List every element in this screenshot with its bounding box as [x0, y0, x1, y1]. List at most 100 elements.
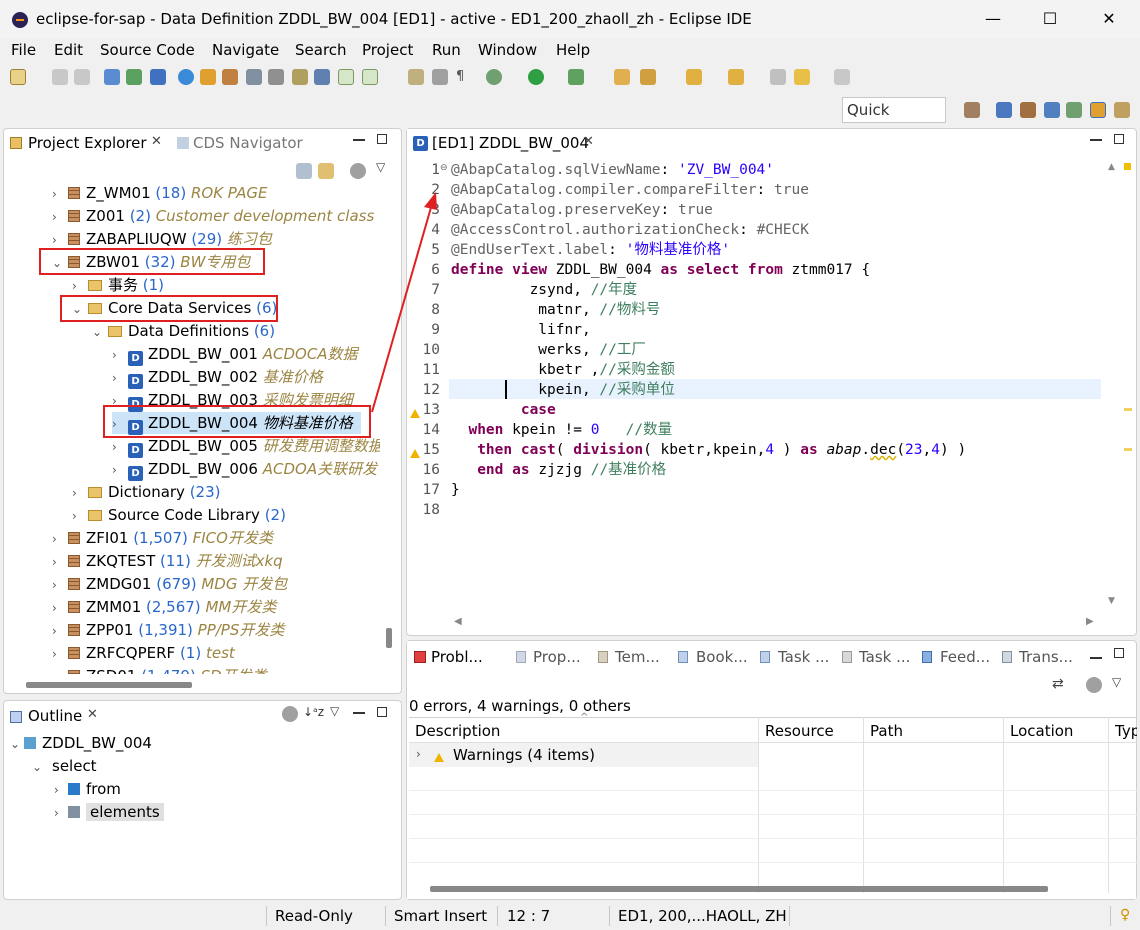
- outline-item[interactable]: › elements: [54, 801, 164, 823]
- view-menu-icon[interactable]: ▽: [376, 160, 385, 174]
- vertical-scrollbar[interactable]: [386, 628, 392, 648]
- expand-arrow-icon[interactable]: ›: [112, 459, 126, 481]
- tab-properties[interactable]: Prop...: [533, 648, 581, 666]
- tree-item[interactable]: › Z001 (2) Customer development class: [52, 205, 374, 227]
- users-icon[interactable]: [246, 69, 262, 85]
- code-line[interactable]: when kpein != 0 //数量: [451, 420, 966, 440]
- expand-arrow-icon[interactable]: ›: [52, 643, 66, 665]
- close-editor-icon[interactable]: ✕: [583, 134, 594, 149]
- profiling-perspective-icon[interactable]: [1114, 102, 1130, 118]
- expand-arrow-icon[interactable]: ›: [72, 275, 86, 297]
- outline-tab[interactable]: Outline: [28, 707, 82, 725]
- code-line[interactable]: lifnr,: [451, 320, 966, 340]
- menu-edit[interactable]: Edit: [54, 41, 83, 59]
- format-icon[interactable]: [408, 69, 424, 85]
- tree-item[interactable]: › ZSD01 (1,479) SD开发类: [52, 665, 267, 674]
- debug-perspective-icon[interactable]: [1066, 102, 1082, 118]
- source-code[interactable]: @AbapCatalog.sqlViewName: 'ZV_BW_004' @Ab…: [451, 160, 966, 520]
- menu-navigate[interactable]: Navigate: [212, 41, 279, 59]
- col-location[interactable]: Location: [1010, 722, 1073, 740]
- expand-arrow-icon[interactable]: ›: [112, 436, 126, 458]
- fold-icon[interactable]: ⊖: [440, 163, 448, 173]
- col-path[interactable]: Path: [870, 722, 903, 740]
- tab-feed[interactable]: Feed...: [940, 648, 990, 666]
- code-line[interactable]: kpein, //采购单位: [451, 380, 966, 400]
- pages-icon[interactable]: [292, 69, 308, 85]
- save-icon[interactable]: [52, 69, 68, 85]
- close-button[interactable]: ✕: [1086, 4, 1132, 34]
- tab-task-repos[interactable]: Task ...: [778, 648, 829, 666]
- outline-minimize-icon[interactable]: [353, 712, 365, 714]
- forward-icon[interactable]: [834, 69, 850, 85]
- editor-vertical-scrollbar[interactable]: [1106, 160, 1120, 610]
- expand-warnings-icon[interactable]: ›: [416, 747, 421, 761]
- menu-file[interactable]: File: [11, 41, 36, 59]
- code-line[interactable]: @AbapCatalog.compiler.compareFilter: tru…: [451, 180, 966, 200]
- collapse-arrow-icon[interactable]: ⌄: [92, 321, 106, 343]
- spark-icon[interactable]: [200, 69, 216, 85]
- code-line[interactable]: matnr, //物料号: [451, 300, 966, 320]
- col-resource[interactable]: Resource: [765, 722, 834, 740]
- close-tab-icon[interactable]: ✕: [151, 134, 162, 149]
- close-outline-icon[interactable]: ✕: [87, 707, 98, 722]
- tree-item[interactable]: › D ZDDL_BW_001 ACDOCA数据: [112, 343, 358, 366]
- code-line[interactable]: zsynd, //年度: [451, 280, 966, 300]
- expand-arrow-icon[interactable]: ›: [52, 183, 66, 205]
- outline-filter-icon[interactable]: [282, 706, 298, 722]
- filter-icon[interactable]: [350, 163, 366, 179]
- expand-arrow-icon[interactable]: ›: [52, 620, 66, 642]
- next-annotation-icon[interactable]: [686, 69, 702, 85]
- menu-run[interactable]: Run: [432, 41, 461, 59]
- tab-transport[interactable]: Trans...: [1019, 648, 1073, 666]
- tree-item[interactable]: › D ZDDL_BW_006 ACDOA关联研发: [112, 458, 377, 481]
- tree-item[interactable]: › D ZDDL_BW_005 研发费用调整数据: [112, 435, 380, 458]
- tab-task-list[interactable]: Task ...: [859, 648, 910, 666]
- code-line[interactable]: define view ZDDL_BW_004 as select from z…: [451, 260, 966, 280]
- link-icon[interactable]: [314, 69, 330, 85]
- code-line[interactable]: end as zjzjg //基准价格: [451, 460, 966, 480]
- tree-item[interactable]: › ZKQTEST (11) 开发测试xkq: [52, 550, 283, 572]
- problems-maximize-icon[interactable]: [1114, 648, 1124, 658]
- toggle-mark-icon[interactable]: [338, 69, 354, 85]
- debug-icon[interactable]: [486, 69, 502, 85]
- minimize-view-icon[interactable]: [353, 139, 365, 141]
- tree-item[interactable]: › Z_WM01 (18) ROK PAGE: [52, 182, 267, 204]
- expand-arrow-icon[interactable]: ›: [112, 367, 126, 389]
- maximize-button[interactable]: ☐: [1027, 4, 1073, 34]
- overview-mark-13[interactable]: [1124, 408, 1132, 411]
- maximize-view-icon[interactable]: [377, 134, 387, 144]
- problems-view-menu-icon[interactable]: ▽: [1112, 675, 1121, 689]
- collapse-arrow-icon[interactable]: ⌄: [10, 733, 24, 755]
- outline-item[interactable]: ⌄ select: [32, 755, 97, 777]
- code-line[interactable]: then cast( division( kbetr,kpein,4 ) as …: [451, 440, 966, 460]
- open-perspective-icon[interactable]: [964, 102, 980, 118]
- check-icon[interactable]: [178, 69, 194, 85]
- link-editor-icon[interactable]: [318, 163, 334, 179]
- expand-arrow-icon[interactable]: ›: [52, 574, 66, 596]
- scroll-down-icon[interactable]: ▼: [1108, 596, 1115, 606]
- code-line[interactable]: @AbapCatalog.sqlViewName: 'ZV_BW_004': [451, 160, 966, 180]
- tree-item[interactable]: › ZABAPLIUQW (29) 练习包: [52, 228, 272, 250]
- overview-warning-icon[interactable]: [1124, 163, 1131, 170]
- collapse-arrow-icon[interactable]: ⌄: [32, 756, 46, 778]
- code-line[interactable]: [451, 500, 966, 520]
- problems-horizontal-scrollbar[interactable]: [430, 886, 1048, 892]
- expand-arrow-icon[interactable]: ›: [112, 344, 126, 366]
- expand-arrow-icon[interactable]: ›: [52, 206, 66, 228]
- new-icon[interactable]: [10, 69, 26, 85]
- editor-minimize-icon[interactable]: [1090, 139, 1102, 141]
- sync-icon[interactable]: ⇄: [1052, 676, 1064, 692]
- collapse-all-icon[interactable]: [296, 163, 312, 179]
- abap-perspective-icon[interactable]: [996, 102, 1012, 118]
- tree-item[interactable]: › 事务 (1): [72, 274, 164, 296]
- pin-icon[interactable]: [640, 69, 656, 85]
- cds-navigator-tab[interactable]: CDS Navigator: [193, 134, 303, 152]
- menu-window[interactable]: Window: [478, 41, 537, 59]
- code-line[interactable]: @AccessControl.authorizationCheck: #CHEC…: [451, 220, 966, 240]
- expand-arrow-icon[interactable]: ›: [72, 482, 86, 504]
- run-abap-icon[interactable]: [126, 69, 142, 85]
- prev-annotation-icon[interactable]: [728, 69, 744, 85]
- editor-horizontal-scrollbar[interactable]: [449, 612, 1103, 632]
- team-perspective-icon[interactable]: [1044, 102, 1060, 118]
- bw-perspective-icon[interactable]: [1090, 102, 1106, 118]
